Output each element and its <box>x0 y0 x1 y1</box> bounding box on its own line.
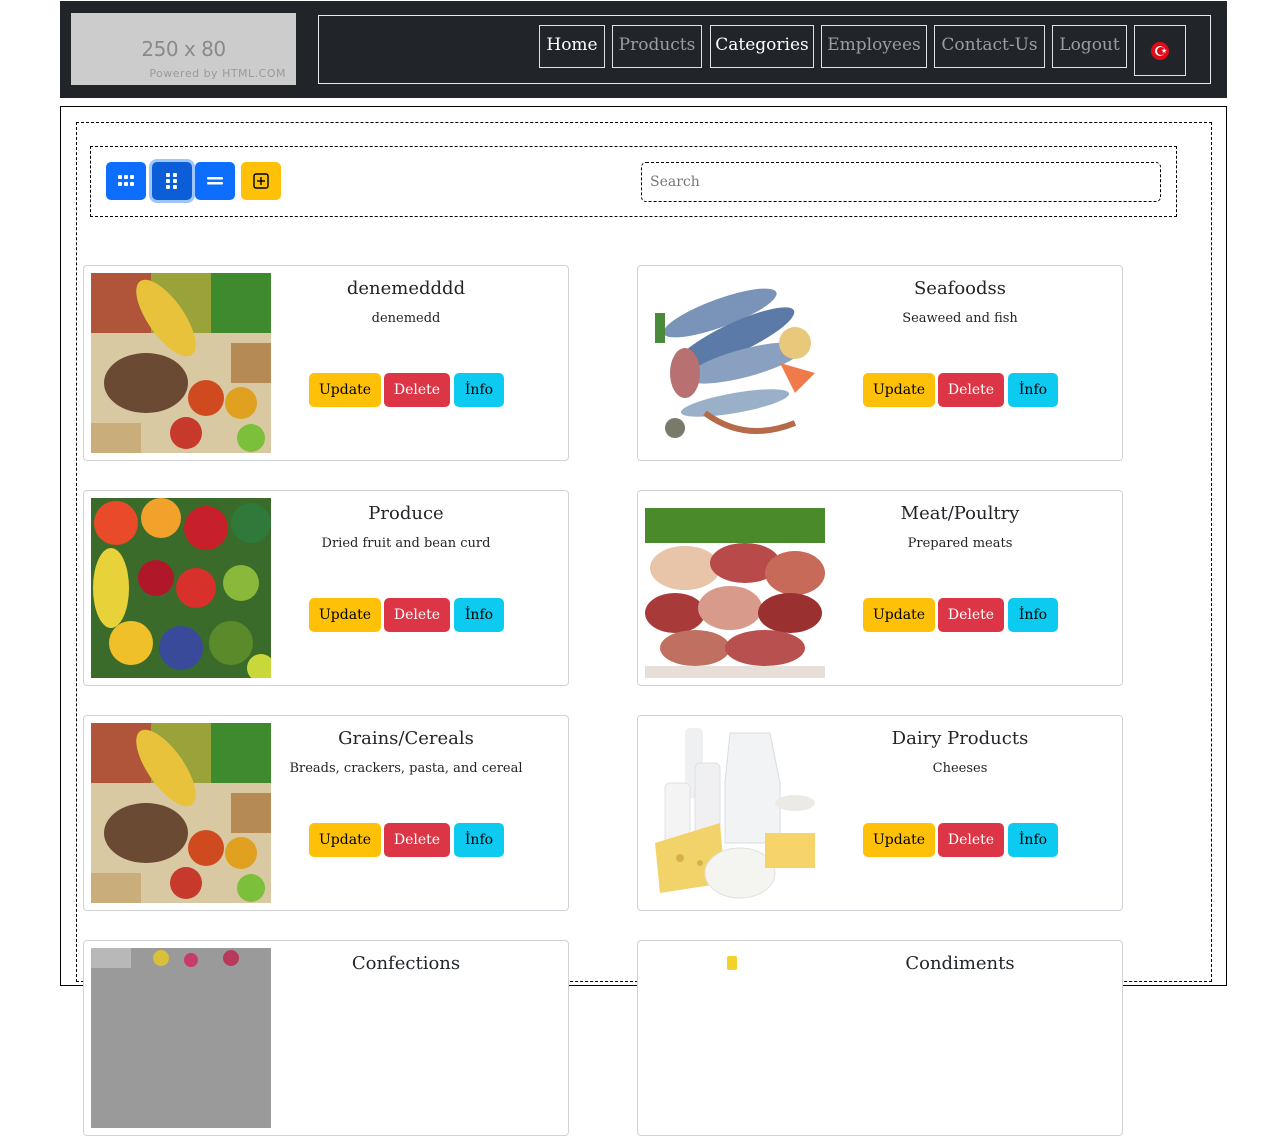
language-button[interactable]: ★ <box>1134 25 1186 76</box>
delete-button[interactable]: Delete <box>938 598 1004 632</box>
delete-button[interactable]: Delete <box>384 598 450 632</box>
delete-button[interactable]: Delete <box>384 823 450 857</box>
update-button[interactable]: Update <box>309 823 381 857</box>
info-button[interactable]: İnfo <box>1008 823 1058 857</box>
category-image <box>645 948 825 1128</box>
nav-employees-link[interactable]: Employees <box>821 25 927 68</box>
nav-categories-link[interactable]: Categories <box>710 25 814 68</box>
top-navbar: 250 x 80 Powered by HTML.COM Home Produc… <box>60 1 1227 98</box>
category-card: Seafoodss Seaweed and fish Update Delete… <box>637 265 1123 461</box>
card-description: Breads, crackers, pasta, and cereal <box>289 761 523 776</box>
add-category-button[interactable] <box>241 162 281 200</box>
grid-small-icon <box>118 175 134 186</box>
category-card: Dairy Products Cheeses Update Delete İnf… <box>637 715 1123 911</box>
category-card: Condiments <box>637 940 1123 1136</box>
card-description: Cheeses <box>932 761 988 776</box>
card-title: Dairy Products <box>891 728 1029 749</box>
nav-logout-link[interactable]: Logout <box>1052 25 1127 68</box>
category-image <box>645 273 825 453</box>
toolbar <box>90 146 1177 217</box>
grid-large-icon <box>166 173 177 189</box>
grid-small-view-button[interactable] <box>106 162 146 200</box>
nav-products-link[interactable]: Products <box>612 25 702 68</box>
card-title: Condiments <box>905 953 1015 974</box>
category-card: Grains/Cereals Breads, crackers, pasta, … <box>83 715 569 911</box>
update-button[interactable]: Update <box>863 373 935 407</box>
category-card: Produce Dried fruit and bean curd Update… <box>83 490 569 686</box>
card-description: Seaweed and fish <box>902 311 1018 326</box>
update-button[interactable]: Update <box>309 373 381 407</box>
info-button[interactable]: İnfo <box>454 373 504 407</box>
update-button[interactable]: Update <box>863 823 935 857</box>
info-button[interactable]: İnfo <box>1008 598 1058 632</box>
logo-placeholder[interactable]: 250 x 80 Powered by HTML.COM <box>71 13 296 85</box>
category-image <box>91 273 271 453</box>
card-description: Dried fruit and bean curd <box>321 536 491 551</box>
card-title: Confections <box>351 953 461 974</box>
category-image <box>91 948 271 1128</box>
update-button[interactable]: Update <box>863 598 935 632</box>
delete-button[interactable]: Delete <box>938 373 1004 407</box>
category-image <box>91 723 271 903</box>
update-button[interactable]: Update <box>309 598 381 632</box>
logo-size-text: 250 x 80 <box>141 37 226 61</box>
category-image <box>645 498 825 678</box>
category-card: denemedddd denemedd Update Delete İnfo <box>83 265 569 461</box>
delete-button[interactable]: Delete <box>938 823 1004 857</box>
category-image <box>645 723 825 903</box>
card-title: Produce <box>368 503 444 524</box>
nav-contact-link[interactable]: Contact-Us <box>934 25 1045 68</box>
list-view-button[interactable] <box>195 162 235 200</box>
card-title: Seafoodss <box>913 278 1007 299</box>
grid-large-view-button[interactable] <box>152 162 192 200</box>
info-button[interactable]: İnfo <box>454 823 504 857</box>
card-title: denemedddd <box>346 278 466 299</box>
delete-button[interactable]: Delete <box>384 373 450 407</box>
info-button[interactable]: İnfo <box>1008 373 1058 407</box>
card-description: denemedd <box>371 311 441 326</box>
category-image <box>91 498 271 678</box>
search-input[interactable] <box>641 162 1161 202</box>
add-icon <box>253 173 269 189</box>
nav-menu: Home Products Categories Employees Conta… <box>318 15 1211 84</box>
nav-home-link[interactable]: Home <box>539 25 605 68</box>
content-area: denemedddd denemedd Update Delete İnfo <box>76 122 1212 1136</box>
info-button[interactable]: İnfo <box>454 598 504 632</box>
card-title: Grains/Cereals <box>338 728 474 749</box>
card-description: Prepared meats <box>907 536 1013 551</box>
category-card: Meat/Poultry Prepared meats Update Delet… <box>637 490 1123 686</box>
main-container: denemedddd denemedd Update Delete İnfo <box>60 106 1227 1136</box>
turkey-flag-icon: ★ <box>1151 42 1169 60</box>
card-title: Meat/Poultry <box>900 503 1020 524</box>
category-card: Confections <box>83 940 569 1136</box>
logo-powered-text: Powered by HTML.COM <box>149 67 286 80</box>
list-icon <box>207 177 223 185</box>
